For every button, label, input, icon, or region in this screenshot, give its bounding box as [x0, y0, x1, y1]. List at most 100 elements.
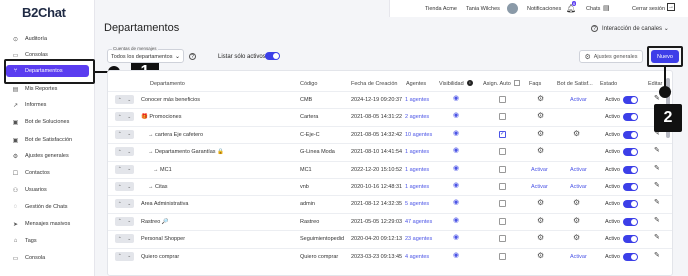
auto-assign-checkbox[interactable] — [499, 113, 506, 121]
notifications-link[interactable]: Notificaciones — [527, 6, 561, 12]
integration-menu[interactable]: ? Interacción de canales ⌄ — [591, 25, 669, 32]
bot-activate-link[interactable]: Activar — [570, 97, 587, 103]
reorder-arrows[interactable]: ⌃ ⌄ — [115, 112, 134, 122]
agents-link[interactable]: 1 agentes — [405, 167, 429, 173]
visibility-eye-icon[interactable]: ◉ — [453, 112, 462, 119]
chevron-up-icon[interactable]: ⌃ — [118, 184, 122, 190]
auto-assign-checkbox[interactable] — [499, 96, 506, 103]
logout-icon[interactable]: → — [667, 3, 675, 11]
visibility-eye-icon[interactable]: ◉ — [453, 95, 462, 102]
edit-pencil-icon[interactable]: ✎ — [654, 182, 660, 190]
state-toggle[interactable] — [623, 200, 638, 209]
agents-link[interactable]: 4 agentes — [405, 254, 429, 260]
bot-gear-icon[interactable]: ⚙ — [573, 234, 580, 242]
reorder-arrows[interactable]: ⌃ ⌄ — [115, 234, 134, 244]
sidebar-item-bot-de-soluciones[interactable]: ▣ Bot de Soluciones — [6, 116, 89, 128]
agents-link[interactable]: 2 agentes — [405, 114, 429, 120]
avatar[interactable] — [507, 3, 518, 14]
reorder-arrows[interactable]: ⌃ ⌄ — [115, 129, 134, 139]
faqs-gear-icon[interactable]: ⚙ — [537, 251, 544, 260]
auto-assign-checkbox[interactable] — [499, 235, 506, 243]
auto-assign-checkbox[interactable] — [499, 165, 506, 173]
visibility-eye-icon[interactable]: ◉ — [453, 199, 462, 206]
edit-pencil-icon[interactable]: ✎ — [654, 147, 660, 155]
chevron-down-icon[interactable]: ⌄ — [127, 218, 131, 224]
sidebar-item-ajustes-generales[interactable]: ⚙ Ajustes generales — [6, 150, 89, 162]
chevron-down-icon[interactable]: ⌄ — [127, 131, 131, 137]
faqs-gear-icon[interactable]: ⚙ — [537, 129, 544, 138]
reorder-arrows[interactable]: ⌃ ⌄ — [115, 182, 134, 191]
active-only-toggle[interactable] — [265, 52, 280, 60]
faqs-gear-icon[interactable]: ⚙ — [537, 95, 544, 103]
chevron-down-icon[interactable]: ⌄ — [127, 166, 131, 172]
auto-assign-checkbox[interactable] — [499, 217, 506, 225]
agents-link[interactable]: 1 agentes — [405, 149, 429, 155]
edit-pencil-icon[interactable]: ✎ — [654, 165, 660, 173]
reorder-arrows[interactable]: ⌃ ⌄ — [115, 164, 134, 174]
state-toggle[interactable] — [623, 148, 638, 157]
state-toggle[interactable] — [623, 183, 638, 191]
auto-assign-checkbox[interactable] — [499, 200, 506, 208]
visibility-eye-icon[interactable]: ◉ — [453, 252, 462, 259]
reorder-arrows[interactable]: ⌃ ⌄ — [115, 251, 134, 261]
visibility-eye-icon[interactable]: ◉ — [453, 217, 462, 224]
faqs-gear-icon[interactable]: ⚙ — [537, 147, 544, 155]
department-filter-select[interactable]: Cuentas de mensajes Todos los departamen… — [107, 46, 184, 63]
sidebar-item-contactos[interactable]: ☐ Contactos — [6, 167, 89, 179]
bot-activate-link[interactable]: Activar — [570, 184, 587, 190]
reorder-arrows[interactable]: ⌃ ⌄ — [115, 216, 134, 226]
general-settings-button[interactable]: ⚙ Ajustes generales — [579, 50, 643, 63]
bot-gear-icon[interactable]: ⚙ — [573, 216, 580, 225]
help-icon[interactable]: ? — [189, 53, 196, 60]
agents-link[interactable]: 5 agentes — [405, 201, 429, 207]
sidebar-item-bot-de-satisfacción[interactable]: ▣ Bot de Satisfacción — [6, 134, 89, 146]
edit-pencil-icon[interactable]: ✎ — [654, 217, 660, 225]
agents-link[interactable]: 23 agentes — [405, 236, 432, 242]
agents-link[interactable]: 10 agentes — [405, 132, 432, 138]
state-toggle[interactable] — [623, 235, 638, 244]
chevron-up-icon[interactable]: ⌃ — [118, 97, 122, 103]
chevron-down-icon[interactable]: ⌄ — [127, 97, 131, 103]
sidebar-item-tags[interactable]: ⌂ Tags — [6, 235, 89, 247]
chevron-down-icon[interactable]: ⌄ — [127, 149, 131, 155]
bot-gear-icon[interactable]: ⚙ — [573, 199, 580, 207]
sidebar-item-auditoría[interactable]: ⊙ Auditoría — [6, 33, 89, 45]
visibility-eye-icon[interactable]: ◉ — [453, 165, 462, 172]
faqs-gear-icon[interactable]: ⚙ — [537, 234, 544, 242]
chevron-down-icon[interactable]: ⌄ — [127, 184, 131, 190]
chevron-up-icon[interactable]: ⌃ — [118, 114, 122, 120]
agents-link[interactable]: 1 agentes — [405, 97, 429, 103]
chats-link[interactable]: Chats — [586, 6, 600, 12]
chevron-down-icon[interactable]: ⌄ — [127, 253, 131, 259]
state-toggle[interactable] — [623, 217, 638, 226]
chevron-down-icon[interactable]: ⌄ — [127, 114, 131, 120]
faqs-activate-link[interactable]: Activar — [531, 167, 548, 173]
auto-assign-header-checkbox[interactable] — [514, 80, 520, 86]
sidebar-item-usuarios[interactable]: ⚇ Usuarios — [6, 184, 89, 196]
auto-assign-checkbox[interactable] — [499, 252, 506, 260]
bot-activate-link[interactable]: Activar — [570, 254, 587, 260]
sidebar-item-gestión-de-chats[interactable]: ◌ Gestión de Chats — [6, 201, 89, 213]
auto-assign-checkbox[interactable] — [499, 148, 506, 156]
auto-assign-checkbox[interactable] — [499, 130, 506, 138]
chevron-up-icon[interactable]: ⌃ — [118, 166, 122, 172]
reorder-arrows[interactable]: ⌃ ⌄ — [115, 199, 134, 209]
reorder-arrows[interactable]: ⌃ ⌄ — [115, 147, 134, 157]
chevron-up-icon[interactable]: ⌃ — [118, 218, 122, 224]
sidebar-item-mensajes-masivos[interactable]: ➤ Mensajes masivos — [6, 218, 89, 230]
chevron-down-icon[interactable]: ⌄ — [127, 201, 131, 207]
visibility-eye-icon[interactable]: ◉ — [453, 130, 462, 137]
sidebar-item-consola[interactable]: ▭ Consola — [6, 252, 89, 264]
reorder-arrows[interactable]: ⌃ ⌄ — [115, 95, 134, 104]
chevron-up-icon[interactable]: ⌃ — [118, 201, 122, 207]
faqs-gear-icon[interactable]: ⚙ — [537, 112, 544, 120]
state-toggle[interactable] — [623, 252, 638, 261]
state-toggle[interactable] — [623, 113, 638, 122]
state-toggle[interactable] — [623, 130, 638, 139]
chevron-up-icon[interactable]: ⌃ — [118, 236, 122, 242]
sidebar-item-mis-reportes[interactable]: ▤ Mis Reportes — [6, 83, 89, 95]
visibility-eye-icon[interactable]: ◉ — [453, 147, 462, 154]
edit-pencil-icon[interactable]: ✎ — [654, 252, 660, 260]
edit-pencil-icon[interactable]: ✎ — [654, 95, 660, 103]
edit-pencil-icon[interactable]: ✎ — [654, 234, 660, 242]
